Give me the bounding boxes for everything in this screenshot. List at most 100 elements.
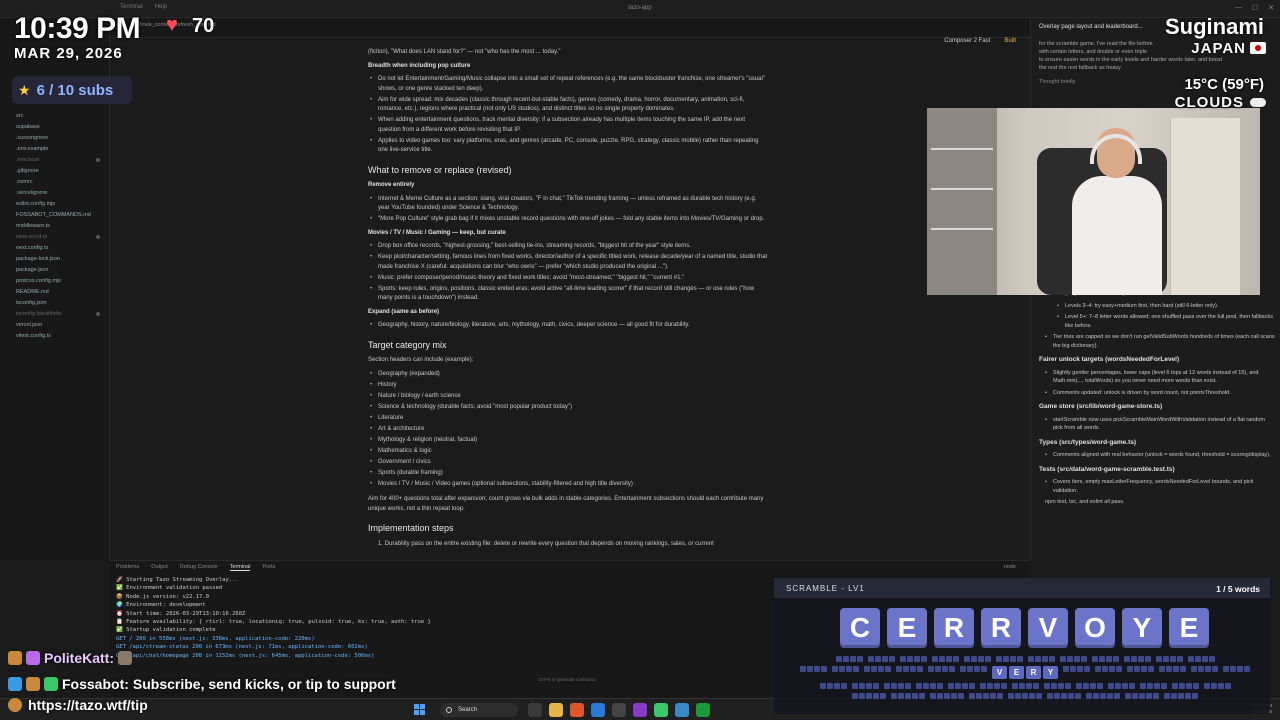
- editor-tabs: trivia_content_refresh_plan.md: [110, 18, 1030, 38]
- shell-label[interactable]: node: [1004, 564, 1016, 570]
- task-view-icon[interactable]: [528, 703, 542, 717]
- file-item[interactable]: next-env.d.ts: [0, 231, 110, 242]
- file-item[interactable]: next.config.ts: [0, 242, 110, 253]
- file-item[interactable]: postcss.config.mjs: [0, 275, 110, 286]
- breadth-item: Applies to video games too: vary platfor…: [368, 137, 768, 156]
- hidden-word-slot: [851, 683, 879, 689]
- file-explorer-icon[interactable]: [549, 703, 563, 717]
- file-item[interactable]: .nvmrc: [0, 176, 110, 187]
- bot-badge-icon: [8, 677, 22, 691]
- panel-tab-terminal[interactable]: Terminal: [229, 564, 251, 571]
- file-item[interactable]: FOSSABOT_COMMANDS.md: [0, 209, 110, 220]
- ignored-dot-icon: [96, 311, 100, 316]
- letter-tile[interactable]: V: [1028, 608, 1068, 648]
- hidden-word-slot: [947, 683, 975, 689]
- file-item[interactable]: tsconfig.tsbuildinfo: [0, 308, 110, 319]
- file-item[interactable]: .env.example: [0, 143, 110, 154]
- panel-tab-ports[interactable]: Ports: [262, 564, 275, 571]
- panel-tab-output[interactable]: Output: [151, 564, 168, 571]
- xbox-icon[interactable]: [696, 703, 710, 717]
- scramble-game: SCRAMBLE - LV1 1 / 5 words CERRVOYE VERY: [774, 578, 1270, 714]
- file-item[interactable]: .cursorignore: [0, 132, 110, 143]
- steam-icon[interactable]: [675, 703, 689, 717]
- sub-goal: ★ 6 / 10 subs: [12, 76, 132, 104]
- heart-icon: ♥: [166, 14, 178, 36]
- tests-item: Covers tiers, empty maxLetterFrequency, …: [1039, 478, 1275, 495]
- letter-tile[interactable]: C: [840, 608, 880, 648]
- file-item[interactable]: supabase: [0, 121, 110, 132]
- build-status: Built: [1004, 38, 1016, 44]
- terminal-line: 📦 Node.js version: v22.17.0: [116, 593, 209, 600]
- panel-tab-debug-console[interactable]: Debug Console: [180, 564, 218, 571]
- letter-tile[interactable]: R: [981, 608, 1021, 648]
- terminal-hint: Ctrl+K to generate command: [538, 677, 596, 682]
- expand-list: Geography, history, nature/biology, lite…: [368, 321, 768, 331]
- file-name: .env.example: [16, 145, 49, 152]
- file-item[interactable]: .env.local: [0, 154, 110, 165]
- expand-heading: Expand (same as before): [368, 308, 440, 315]
- terminal-line: 🌍 Environment: development: [116, 602, 206, 609]
- chrome-icon[interactable]: [654, 703, 668, 717]
- found-letter: E: [1009, 666, 1024, 679]
- tests-heading: Tests (src/data/word-game-scramble.test.…: [1039, 465, 1175, 473]
- file-item[interactable]: middleware.ts: [0, 220, 110, 231]
- file-item[interactable]: .gitignore: [0, 165, 110, 176]
- target-heading: Target category mix: [368, 339, 447, 350]
- word-slots: VERY: [800, 656, 1250, 703]
- file-item[interactable]: tsconfig.json: [0, 297, 110, 308]
- target-item: Mythology & religion (neutral, factual): [368, 436, 768, 446]
- file-item[interactable]: eslint.config.mjs: [0, 198, 110, 209]
- windows-start-icon[interactable]: [414, 704, 425, 715]
- file-item[interactable]: README.md: [0, 286, 110, 297]
- hidden-word-slot: [1123, 656, 1151, 662]
- cloud-icon: [1250, 98, 1266, 107]
- vscode-icon[interactable]: [591, 703, 605, 717]
- hidden-word-slot: [1047, 693, 1081, 699]
- window-title: tazo-app: [628, 5, 652, 11]
- file-item[interactable]: package-lock.json: [0, 253, 110, 264]
- file-item[interactable]: vitest.config.ts: [0, 330, 110, 341]
- remove-entirely-heading: Remove entirely: [368, 182, 415, 188]
- chat-username: Fossabot:: [62, 676, 129, 692]
- minimize-icon[interactable]: —: [1235, 4, 1242, 12]
- hidden-word-slot: [899, 656, 927, 662]
- remove-item: "More Pop Culture" style grab bag if it …: [368, 215, 768, 225]
- terminal-output[interactable]: 🚀 Starting Tazo Streaming Overlay... ✅ En…: [116, 576, 716, 660]
- panel-tab-problems[interactable]: Problems: [116, 564, 139, 571]
- hidden-word-slot: [852, 693, 886, 699]
- hidden-word-slot: [864, 666, 891, 679]
- letter-tile[interactable]: R: [934, 608, 974, 648]
- target-list: Geography (expanded)HistoryNature / biol…: [368, 370, 768, 490]
- webcam-feed: [927, 108, 1260, 295]
- terminal-line: 🚀 Starting Tazo Streaming Overlay...: [116, 577, 239, 583]
- streamer: [1072, 128, 1162, 295]
- letter-tile[interactable]: Y: [1122, 608, 1162, 648]
- file-item[interactable]: src: [0, 110, 110, 121]
- agent-title[interactable]: Overlay page layout and leaderboard...: [1039, 24, 1143, 30]
- composer-mode-label[interactable]: Composer 2 Fast: [944, 38, 990, 44]
- agent-line: to ensure easier words in the early leve…: [1039, 57, 1223, 63]
- file-item[interactable]: vercel.json: [0, 319, 110, 330]
- letter-tile[interactable]: O: [1075, 608, 1115, 648]
- firefox-icon[interactable]: [570, 703, 584, 717]
- impl-item: 1. Durability pass on the entire existin…: [378, 540, 714, 547]
- cursor-app-icon[interactable]: [612, 703, 626, 717]
- breadth-list: Do not let Entertainment/Gaming/Music co…: [368, 75, 768, 156]
- file-name: .cursorignore: [16, 134, 49, 141]
- maximize-icon[interactable]: ☐: [1252, 4, 1258, 12]
- taskbar-search[interactable]: Search: [440, 703, 518, 717]
- breadth-item: Aim for wide spread: mix decades (classi…: [368, 96, 768, 115]
- letter-tile[interactable]: E: [1169, 608, 1209, 648]
- file-item[interactable]: .vercelignore: [0, 187, 110, 198]
- fairer-heading: Fairer unlock targets (wordsNeededForLev…: [1039, 356, 1180, 363]
- close-icon[interactable]: ✕: [1268, 4, 1274, 12]
- search-label: Search: [458, 707, 478, 713]
- weather-condition: CLOUDS: [1174, 94, 1244, 111]
- file-name: README.md: [16, 288, 49, 295]
- file-item[interactable]: package.json: [0, 264, 110, 275]
- obs-icon[interactable]: [633, 703, 647, 717]
- letter-tile[interactable]: E: [887, 608, 927, 648]
- markdown-preview: (fiction), "What does LAN stand for?" — …: [368, 48, 768, 553]
- tier-item: Level 5+: 7–8 letter words allowed; one …: [1039, 313, 1275, 330]
- slot-row: VERY: [800, 666, 1250, 679]
